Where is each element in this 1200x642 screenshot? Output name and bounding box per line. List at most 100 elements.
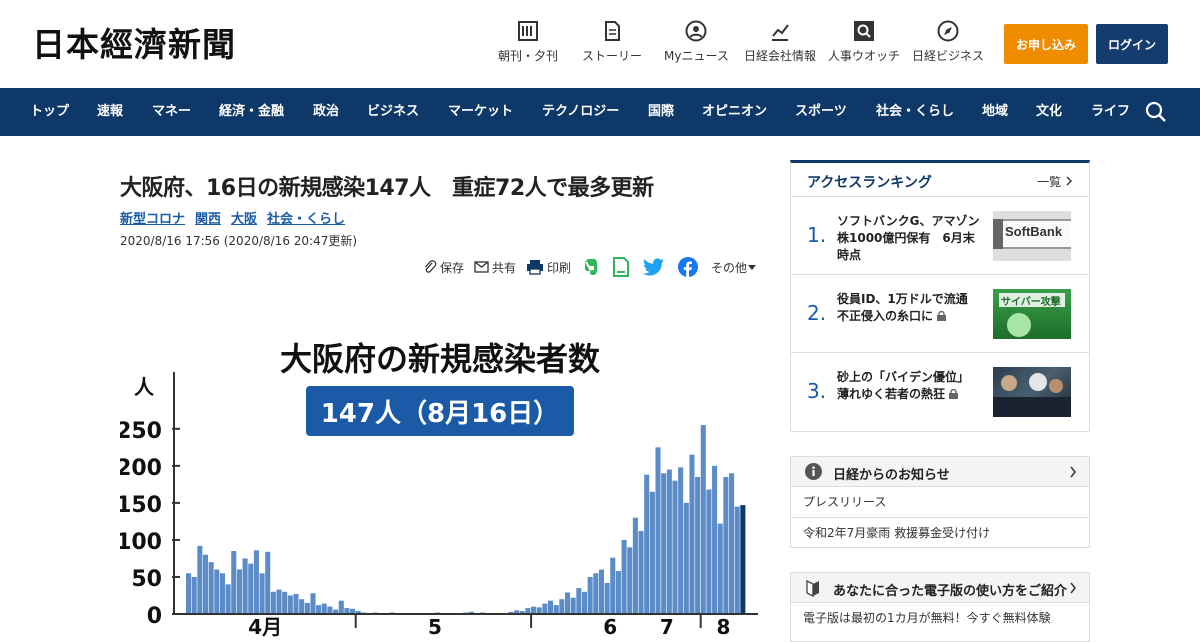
more-button[interactable]: その他: [711, 259, 760, 276]
note-icon: [612, 257, 629, 277]
guide-header[interactable]: あなたに合った電子版の使い方をご紹介: [791, 573, 1089, 603]
chart-bar: [615, 571, 621, 614]
ranking-item[interactable]: 2. 役員ID、1万ドルで流通 不正侵入の糸口に サイバー攻撃: [791, 274, 1089, 352]
ranking-item[interactable]: 1. ソフトバンクG、アマゾン株1000億円保有 6月末時点 SoftBank: [791, 196, 1089, 274]
tag-link[interactable]: 大阪: [231, 212, 257, 227]
nikkei-logo[interactable]: 日本經濟新聞: [32, 26, 236, 64]
print-button[interactable]: 印刷: [526, 259, 571, 276]
chart-bar: [712, 465, 718, 614]
clip-icon: [424, 260, 437, 273]
nav-item-politics[interactable]: 政治: [313, 88, 339, 136]
chart-bar: [666, 469, 672, 614]
notice-header[interactable]: 日経からのお知らせ: [791, 457, 1089, 487]
ranking-item[interactable]: 3. 砂上の「バイデン優位」 薄れゆく若者の熱狂: [791, 352, 1089, 430]
month-label: 4月: [248, 615, 282, 638]
y-tick-label: 250: [120, 419, 162, 444]
beginner-mark-icon: [806, 579, 819, 597]
nav-item-sports[interactable]: スポーツ: [795, 88, 847, 136]
facebook-icon: [677, 257, 698, 277]
header-link-company[interactable]: 日経会社情報: [744, 20, 816, 64]
share-label: 共有: [491, 260, 516, 275]
y-tick-label: 150: [120, 493, 162, 518]
header-link-paper[interactable]: 朝刊・夕刊: [498, 20, 558, 64]
chart-bar: [706, 489, 712, 614]
facebook-button[interactable]: [677, 257, 701, 277]
apply-button[interactable]: お申し込み: [1004, 24, 1088, 64]
chart-bar: [310, 593, 316, 614]
header-link-label: Myニュース: [664, 49, 729, 63]
header-link-business[interactable]: 日経ビジネス: [912, 20, 984, 64]
search-icon[interactable]: [1145, 101, 1167, 123]
nav-item-society[interactable]: 社会・くらし: [876, 88, 954, 136]
notice-item[interactable]: 令和2年7月豪雨 救援募金受け付け: [791, 517, 1089, 547]
month-label: 8: [716, 615, 730, 638]
chart-bar: [570, 597, 576, 614]
chart-bar: [536, 607, 542, 614]
tag-link[interactable]: 関西: [195, 212, 221, 227]
guide-title: あなたに合った電子版の使い方をご紹介: [833, 584, 1068, 599]
header-link-jinji[interactable]: 人事ウオッチ: [828, 20, 900, 64]
chart-bar: [598, 569, 604, 614]
nav-item-business[interactable]: ビジネス: [367, 88, 419, 136]
site-header: 日本經濟新聞 朝刊・夕刊 ストーリー Myニュース 日経会社情報 人事ウオッチ …: [0, 0, 1200, 88]
nav-item-life[interactable]: ライフ: [1091, 88, 1130, 136]
share-bar: 保存 共有 印刷 その他: [413, 256, 760, 278]
chevron-right-icon: [1070, 466, 1076, 478]
ranking-title: アクセスランキング: [807, 175, 932, 191]
chart-bar: [593, 573, 599, 614]
tag-link[interactable]: 新型コロナ: [120, 212, 185, 227]
tag-link[interactable]: 社会・くらし: [267, 212, 345, 227]
header-link-mynews[interactable]: Myニュース: [664, 20, 729, 64]
save-button[interactable]: 保存: [423, 259, 464, 276]
share-button[interactable]: 共有: [474, 259, 516, 276]
header-link-label: 日経会社情報: [744, 49, 817, 63]
nav-item-economy[interactable]: 経済・金融: [219, 88, 284, 136]
article-dateline: 2020/8/16 17:56 (2020/8/16 20:47更新): [120, 234, 358, 248]
month-label: 5: [428, 615, 442, 638]
y-tick-label: 0: [147, 604, 162, 629]
chart-bar: [638, 531, 644, 614]
evernote-button[interactable]: [581, 258, 602, 276]
ranking-headline: 砂上の「バイデン優位」 薄れゆく若者の熱狂: [837, 369, 985, 403]
ranking-headline-text: 役員ID、1万ドルで流通 不正侵入の糸口に: [837, 292, 980, 323]
evernote-icon: [584, 259, 597, 275]
chart-bar: [259, 573, 265, 614]
nav-item-international[interactable]: 国際: [648, 88, 674, 136]
chart-bar: [729, 473, 735, 614]
printer-icon: [526, 260, 543, 275]
chart-bar: [299, 599, 305, 614]
guide-item[interactable]: 電子版は最初の1カ月が無料！今すぐ無料体験: [791, 603, 1089, 633]
chart-bar: [655, 447, 661, 614]
header-link-story[interactable]: ストーリー: [582, 20, 642, 64]
chart-bar: [621, 539, 627, 614]
chart-bar: [327, 606, 333, 614]
main-nav: トップ 速報 マネー 経済・金融 政治 ビジネス マーケット テクノロジー 国際…: [0, 88, 1200, 136]
ranking-headline: 役員ID、1万ドルで流通 不正侵入の糸口に: [837, 291, 985, 325]
caret-down-icon: [748, 265, 756, 270]
y-tick-label: 50: [131, 567, 162, 592]
y-tick-label: 200: [120, 456, 162, 481]
chart-bar: [265, 551, 271, 614]
chart-bar: [191, 576, 197, 614]
person-icon: [685, 20, 707, 42]
ranking-thumbnail: [993, 367, 1071, 417]
chart-bar: [253, 550, 259, 614]
nav-item-money[interactable]: マネー: [152, 88, 191, 136]
y-tick-label: 100: [120, 530, 162, 555]
print-label: 印刷: [546, 260, 571, 275]
nav-item-top[interactable]: トップ: [30, 88, 69, 136]
login-button[interactable]: ログイン: [1096, 24, 1168, 64]
chart-bar: [689, 454, 695, 614]
nav-item-technology[interactable]: テクノロジー: [542, 88, 619, 136]
chart-badge: 147人（8月16日）: [321, 399, 560, 429]
nav-item-sokuho[interactable]: 速報: [97, 88, 123, 136]
notice-item[interactable]: プレスリリース: [791, 487, 1089, 517]
chart-bar: [304, 602, 310, 614]
nav-item-region[interactable]: 地域: [982, 88, 1008, 136]
note-button[interactable]: [612, 257, 633, 277]
nav-item-opinion[interactable]: オピニオン: [702, 88, 767, 136]
nav-item-culture[interactable]: 文化: [1036, 88, 1062, 136]
twitter-button[interactable]: [642, 258, 668, 276]
ranking-more-link[interactable]: 一覧: [1037, 173, 1073, 190]
nav-item-market[interactable]: マーケット: [448, 88, 513, 136]
